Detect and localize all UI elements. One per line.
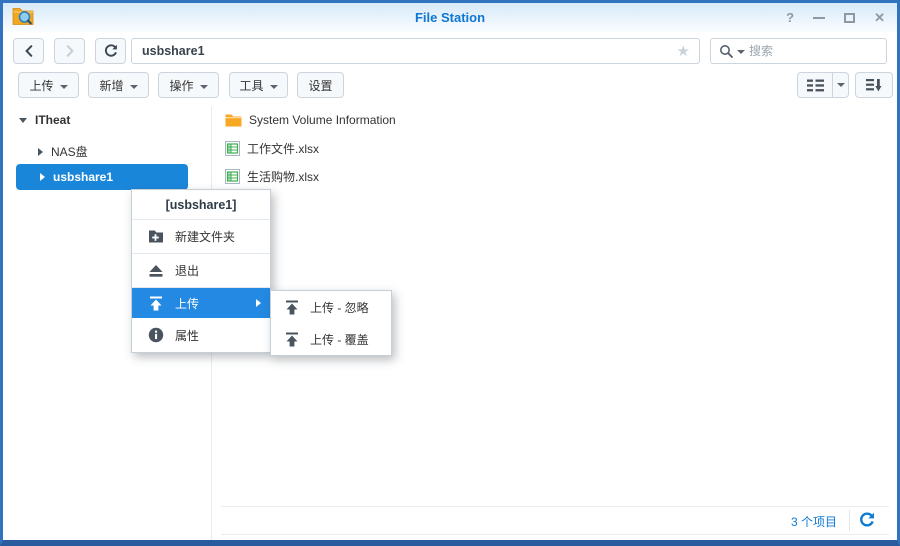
upload-icon <box>148 296 164 311</box>
settings-label: 设置 <box>308 77 332 94</box>
view-mode-group <box>797 72 849 98</box>
chevron-down-icon <box>60 85 68 93</box>
chevron-down-icon <box>200 85 208 93</box>
menu-item-upload[interactable]: 上传 <box>132 288 270 318</box>
context-menu: [usbshare1] 新建文件夹 退出 <box>131 189 271 353</box>
list-view-icon <box>807 79 824 92</box>
action-menu-button[interactable]: 操作 <box>158 72 219 98</box>
file-name: 工作文件.xlsx <box>247 140 319 157</box>
back-icon <box>24 45 34 57</box>
folder-icon <box>225 113 242 127</box>
menu-item-label: 上传 <box>175 295 199 312</box>
close-icon[interactable]: ✕ <box>874 11 885 24</box>
menu-item-label: 上传 - 覆盖 <box>310 331 369 348</box>
file-name: System Volume Information <box>249 113 396 127</box>
tree-collapsed-icon[interactable] <box>38 148 43 156</box>
path-bar: ★ <box>131 38 700 64</box>
titlebar: File Station ? ✕ <box>3 3 897 32</box>
file-row-shopping-xlsx[interactable]: 生活购物.xlsx <box>225 167 319 185</box>
search-scope-caret-icon[interactable] <box>737 50 745 58</box>
menu-item-label: 属性 <box>175 327 199 344</box>
search-input[interactable] <box>749 44 900 58</box>
search-box <box>710 38 887 64</box>
sidebar-item-label: NAS盘 <box>51 143 88 160</box>
chevron-down-icon <box>130 85 138 93</box>
sidebar-item-nas-disk[interactable]: NAS盘 <box>38 143 88 160</box>
eject-icon <box>148 264 164 278</box>
statusbar-bottom-divider <box>221 534 889 535</box>
path-input[interactable] <box>132 44 677 58</box>
search-icon <box>719 44 734 59</box>
forward-button[interactable] <box>54 38 85 64</box>
window-title: File Station <box>3 3 897 32</box>
bookmark-star-icon[interactable]: ★ <box>677 42 699 60</box>
tree-expanded-icon[interactable] <box>19 118 27 123</box>
file-row-work-xlsx[interactable]: 工作文件.xlsx <box>225 139 319 157</box>
menu-item-label: 新建文件夹 <box>175 228 235 245</box>
sidebar-item-label: ITheat <box>35 113 70 127</box>
sidebar-item-label: usbshare1 <box>53 170 113 184</box>
create-menu-label: 新增 <box>99 77 123 94</box>
tools-menu-button[interactable]: 工具 <box>229 72 288 98</box>
menu-item-properties[interactable]: 属性 <box>132 318 270 352</box>
chevron-down-icon <box>837 83 845 91</box>
file-row-system-volume-information[interactable]: System Volume Information <box>225 111 396 129</box>
menu-item-label: 退出 <box>175 262 199 279</box>
settings-button[interactable]: 设置 <box>297 72 344 98</box>
upload-icon <box>284 300 300 315</box>
sidebar-item-itheat[interactable]: ITheat <box>19 113 70 127</box>
view-mode-dropdown-button[interactable] <box>833 72 849 98</box>
menu-item-eject[interactable]: 退出 <box>132 254 270 288</box>
refresh-button[interactable] <box>95 38 126 64</box>
submenu-arrow-icon <box>256 299 261 307</box>
view-mode-button[interactable] <box>797 72 833 98</box>
menu-item-label: 上传 - 忽略 <box>310 299 369 316</box>
menu-item-upload-skip[interactable]: 上传 - 忽略 <box>271 291 391 323</box>
upload-menu-button[interactable]: 上传 <box>18 72 79 98</box>
sort-descending-icon <box>866 78 882 92</box>
tools-menu-label: 工具 <box>239 77 263 94</box>
statusbar-top-divider <box>221 506 889 507</box>
refresh-icon <box>103 43 119 59</box>
sort-button[interactable] <box>855 72 893 98</box>
statusbar-divider <box>849 510 850 531</box>
action-menu-label: 操作 <box>169 77 193 94</box>
maximize-icon[interactable] <box>844 13 855 23</box>
forward-icon <box>65 45 75 57</box>
spreadsheet-file-icon <box>225 141 240 156</box>
new-folder-icon <box>148 229 164 244</box>
item-count-label: 3 个项目 <box>791 513 837 530</box>
spreadsheet-file-icon <box>225 169 240 184</box>
minimize-icon[interactable] <box>813 17 825 19</box>
window-controls: ? ✕ <box>786 3 885 32</box>
upload-menu-label: 上传 <box>29 77 53 94</box>
help-icon[interactable]: ? <box>786 11 794 24</box>
chevron-down-icon <box>270 85 278 93</box>
context-menu-header: [usbshare1] <box>132 190 270 220</box>
statusbar-refresh-button[interactable] <box>858 511 876 529</box>
upload-submenu: 上传 - 忽略 上传 - 覆盖 <box>270 290 392 356</box>
menu-item-new-folder[interactable]: 新建文件夹 <box>132 220 270 254</box>
sidebar-item-usbshare1[interactable]: usbshare1 <box>16 164 188 190</box>
menu-item-upload-overwrite[interactable]: 上传 - 覆盖 <box>271 323 391 355</box>
tree-collapsed-icon[interactable] <box>40 173 45 181</box>
file-station-window: File Station ? ✕ ★ <box>0 0 900 546</box>
file-name: 生活购物.xlsx <box>247 168 319 185</box>
upload-icon <box>284 332 300 347</box>
info-icon <box>148 327 164 343</box>
create-menu-button[interactable]: 新增 <box>88 72 149 98</box>
back-button[interactable] <box>13 38 44 64</box>
